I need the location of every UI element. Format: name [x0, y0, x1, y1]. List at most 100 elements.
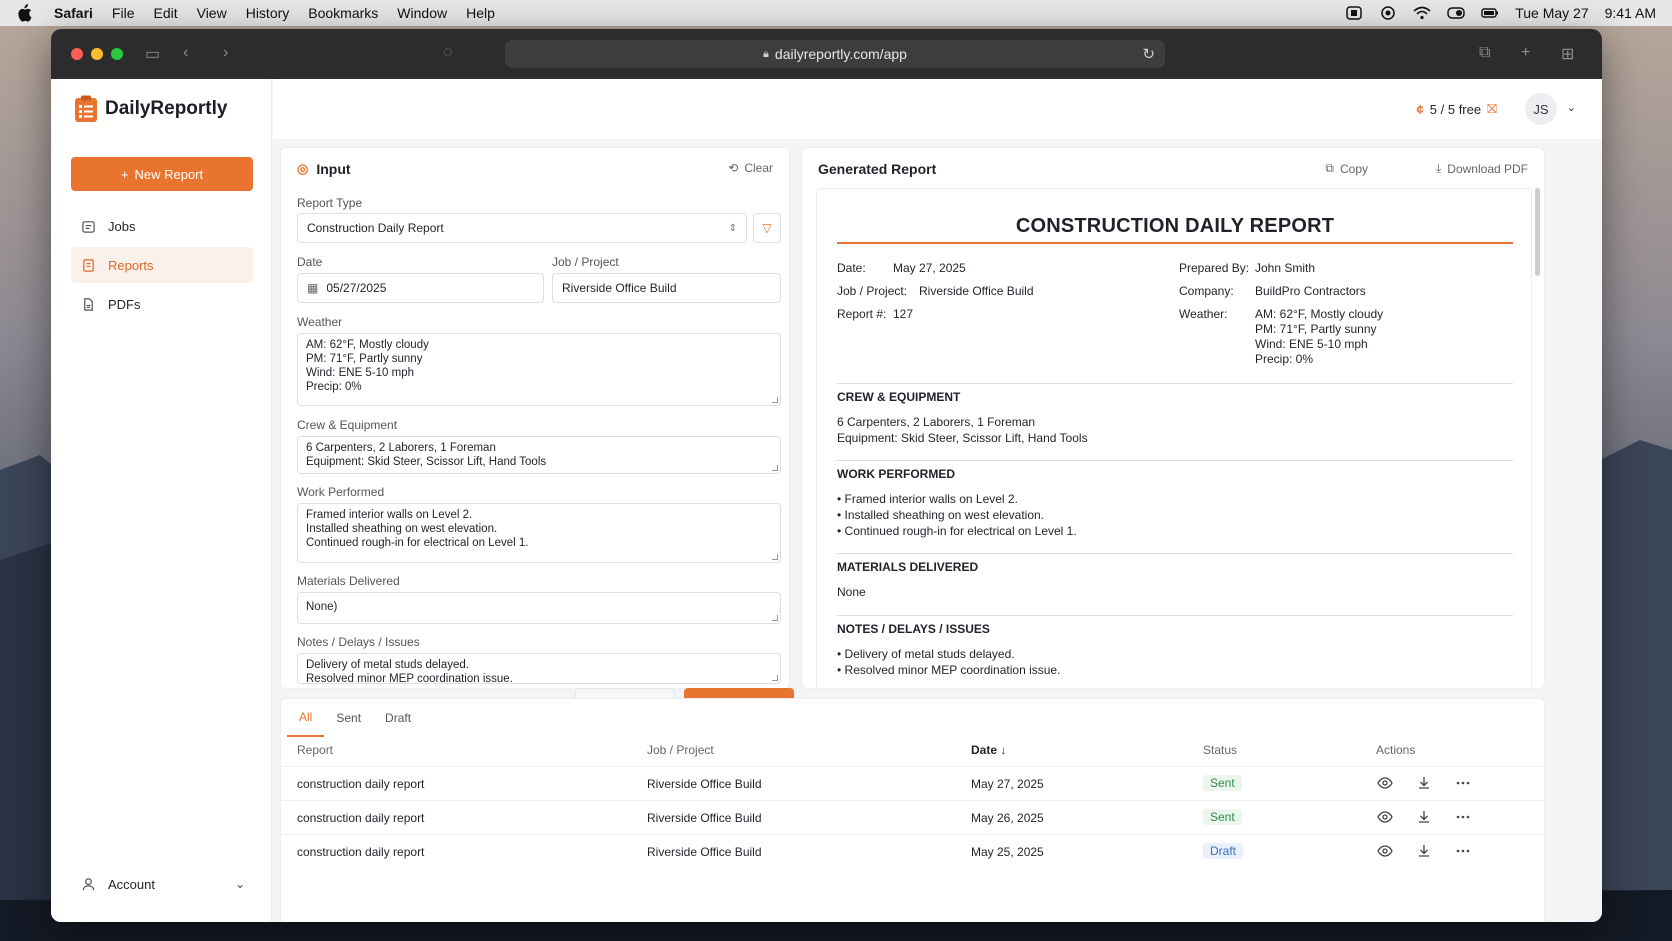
download-pdf-button[interactable]: ⤓ Download PDF — [1436, 161, 1528, 176]
section-materials: MATERIALS DELIVERED None — [837, 553, 1513, 600]
new-report-button[interactable]: + New Report — [71, 157, 253, 191]
clear-label: Clear — [744, 161, 773, 175]
column-header-date[interactable]: Date ↓ — [971, 743, 1006, 757]
sidebar-toggle-icon[interactable]: ▭ — [145, 44, 160, 64]
filter-button[interactable]: ▽ — [753, 213, 781, 243]
report-job-key: Job / Project: — [837, 284, 908, 298]
column-header-status[interactable]: Status — [1203, 743, 1237, 757]
report-date-value: May 27, 2025 — [893, 261, 966, 275]
section-crew: CREW & EQUIPMENT 6 Carpenters, 2 Laborer… — [837, 383, 1513, 446]
resize-grip[interactable] — [772, 554, 778, 560]
close-window-button[interactable] — [71, 48, 83, 60]
report-date-row: Date: May 27, 2025 — [837, 261, 966, 276]
menu-view[interactable]: View — [197, 5, 227, 21]
status-icon-a[interactable] — [1345, 6, 1363, 20]
view-icon[interactable] — [1377, 775, 1393, 791]
table-row[interactable]: construction daily report Riverside Offi… — [281, 766, 1546, 799]
date-field[interactable]: ▦ 05/27/2025 — [297, 273, 544, 303]
work-label: Work Performed — [297, 485, 385, 499]
account-menu[interactable]: Account ⌄ — [71, 869, 253, 899]
sidebar-item-reports[interactable]: Reports — [71, 247, 253, 283]
zoom-window-button[interactable] — [111, 48, 123, 60]
more-icon[interactable] — [1455, 809, 1471, 825]
download-icon[interactable] — [1416, 809, 1432, 825]
report-weather-value: AM: 62°F, Mostly cloudy PM: 71°F, Partly… — [1255, 307, 1384, 366]
sidebar: DailyReportly + New Report Jobs Reports … — [51, 79, 272, 922]
menu-edit[interactable]: Edit — [153, 5, 177, 21]
download-label: Download PDF — [1447, 161, 1528, 176]
forward-icon[interactable]: › — [223, 44, 228, 62]
status-icon-b[interactable] — [1379, 6, 1397, 20]
report-type-select[interactable]: Construction Daily Report ⇕ — [297, 213, 747, 243]
sidebar-item-label: PDFs — [108, 296, 141, 312]
report-scrollbar[interactable] — [1535, 188, 1540, 276]
avatar[interactable]: JS — [1525, 93, 1557, 125]
address-bar[interactable]: 🔒︎ dailyreportly.com/app ↻ — [505, 40, 1165, 68]
menu-window[interactable]: Window — [397, 5, 447, 21]
resize-grip[interactable] — [772, 465, 778, 471]
report-panel: Generated Report ⧉ Copy ⤓ Download PDF C… — [801, 147, 1545, 689]
brand-logo[interactable]: DailyReportly — [74, 95, 227, 123]
sidebar-item-jobs[interactable]: Jobs — [71, 208, 253, 244]
menu-file[interactable]: File — [112, 5, 135, 21]
download-icon[interactable] — [1416, 843, 1432, 859]
work-textarea[interactable]: Framed interior walls on Level 2. Instal… — [297, 503, 781, 563]
tab-sent[interactable]: Sent — [324, 699, 373, 737]
reload-icon[interactable]: ↻ — [1142, 45, 1155, 63]
resize-grip[interactable] — [772, 615, 778, 621]
report-prepared-value: John Smith — [1255, 261, 1316, 275]
input-icon: ◎ — [297, 161, 309, 176]
download-icon[interactable] — [1416, 775, 1432, 791]
wifi-icon[interactable] — [1413, 6, 1431, 20]
copy-label: Copy — [1339, 161, 1368, 176]
select-arrows-icon: ⇕ — [728, 222, 737, 234]
materials-textarea[interactable]: None) — [297, 592, 781, 624]
tab-all[interactable]: All — [287, 699, 325, 737]
minimize-window-button[interactable] — [91, 48, 103, 60]
tab-draft[interactable]: Draft — [373, 699, 423, 737]
resize-grip[interactable] — [772, 675, 778, 681]
shield-icon[interactable]: ◌ — [443, 44, 453, 62]
credits-indicator[interactable]: ¢ 5 / 5 free ⛝ — [1417, 101, 1497, 117]
back-icon[interactable]: ‹ — [183, 44, 188, 62]
status-badge: Sent — [1203, 809, 1242, 825]
job-field[interactable]: Riverside Office Build — [552, 273, 781, 303]
new-tab-icon[interactable]: + — [1521, 44, 1530, 62]
notes-textarea[interactable]: Delivery of metal studs delayed. Resolve… — [297, 653, 781, 684]
view-icon[interactable] — [1377, 809, 1393, 825]
battery-icon[interactable] — [1481, 6, 1499, 20]
menu-help[interactable]: Help — [466, 5, 495, 21]
column-header-job[interactable]: Job / Project — [647, 743, 714, 757]
crew-textarea[interactable]: 6 Carpenters, 2 Laborers, 1 Foreman Equi… — [297, 436, 781, 474]
control-center-icon[interactable] — [1447, 6, 1465, 20]
menu-history[interactable]: History — [246, 5, 290, 21]
chevron-down-icon[interactable]: ⌄ — [1567, 101, 1576, 114]
column-header-actions: Actions — [1376, 743, 1416, 757]
sidebar-item-label: Reports — [108, 257, 154, 273]
gift-icon: ⛝ — [1487, 101, 1497, 116]
view-icon[interactable] — [1377, 843, 1393, 859]
weather-textarea[interactable]: AM: 62°F, Mostly cloudy PM: 71°F, Partly… — [297, 333, 781, 406]
resize-grip[interactable] — [772, 397, 778, 403]
report-panel-title: Generated Report — [818, 161, 937, 177]
menu-time[interactable]: 9:41 AM — [1605, 5, 1656, 21]
more-icon[interactable] — [1455, 843, 1471, 859]
menu-date[interactable]: Tue May 27 — [1515, 5, 1588, 21]
menu-bookmarks[interactable]: Bookmarks — [308, 5, 378, 21]
sidebar-item-label: Jobs — [108, 218, 136, 234]
report-company-value: BuildPro Contractors — [1255, 284, 1366, 298]
tab-overview-icon[interactable]: ⊞ — [1561, 44, 1574, 64]
menu-app-name[interactable]: Safari — [54, 5, 93, 21]
section-notes: NOTES / DELAYS / ISSUES • Delivery of me… — [837, 615, 1513, 678]
table-row[interactable]: construction daily report Riverside Offi… — [281, 834, 1546, 867]
status-tabs: All Sent Draft — [287, 699, 423, 737]
table-row[interactable]: construction daily report Riverside Offi… — [281, 800, 1546, 833]
copy-button[interactable]: ⧉ Copy — [1325, 161, 1368, 176]
more-icon[interactable] — [1455, 775, 1471, 791]
clear-button[interactable]: ⟲ Clear — [728, 161, 773, 175]
share-icon[interactable]: ⧉ — [1479, 44, 1490, 62]
apple-icon[interactable] — [16, 4, 32, 22]
report-document: CONSTRUCTION DAILY REPORT Date: May 27, … — [816, 188, 1532, 688]
sidebar-item-pdfs[interactable]: PDFs — [71, 286, 253, 322]
column-header-report[interactable]: Report — [297, 743, 333, 757]
